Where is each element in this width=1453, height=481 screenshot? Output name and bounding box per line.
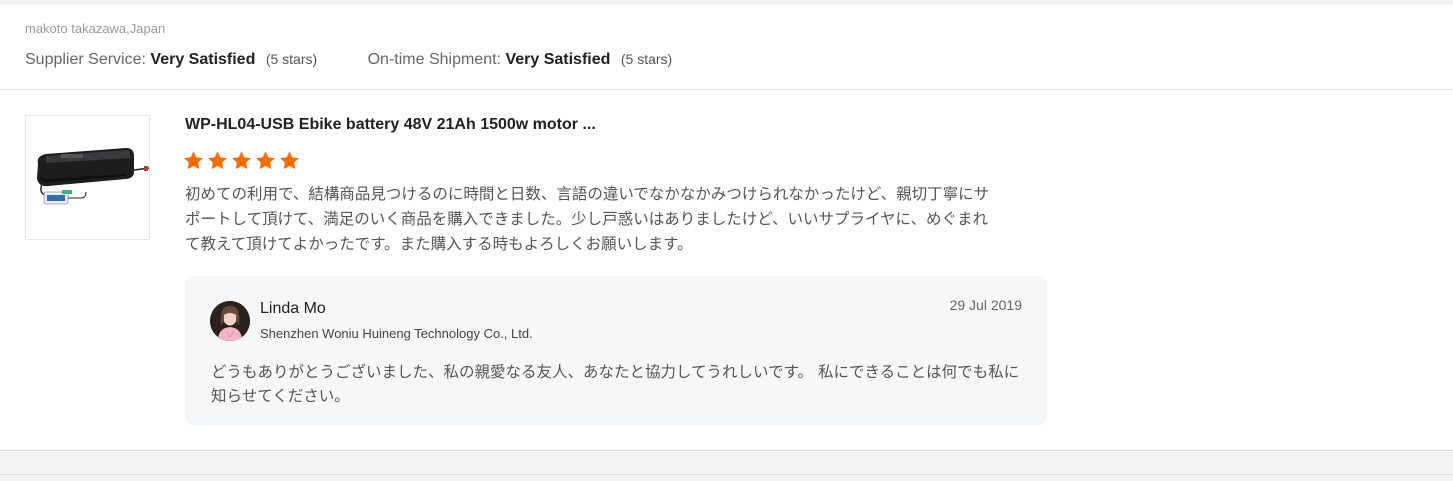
user-avatar-image	[210, 301, 250, 341]
avatar	[210, 301, 250, 341]
supplier-reply: Linda Mo Shenzhen Woniu Huineng Technolo…	[185, 276, 1047, 425]
ebike-battery-image	[26, 116, 151, 239]
review-comment: 初めての利用で、結構商品見つけるのに時間と日数、言語の違いでなかなかみつけられな…	[185, 185, 990, 253]
rating-value: Very Satisfied	[505, 51, 611, 68]
star-icon	[232, 151, 251, 170]
supplier-service-rating: Supplier Service: Very Satisfied (5 star…	[25, 51, 317, 69]
rating-value: Very Satisfied	[150, 51, 256, 68]
rating-stars-text: (5 stars)	[620, 51, 673, 67]
rating-label: Supplier Service:	[25, 51, 146, 68]
product-star-rating	[183, 150, 300, 171]
rating-label: On-time Shipment:	[367, 51, 501, 68]
star-icon	[256, 151, 275, 170]
star-icon	[184, 151, 203, 170]
rating-stars-text: (5 stars)	[265, 51, 318, 67]
review-card: makoto takazawa,Japan Supplier Service: …	[0, 5, 1453, 451]
bottom-divider	[0, 474, 1453, 475]
section-divider	[0, 89, 1453, 90]
product-thumbnail[interactable]	[25, 115, 151, 240]
reply-company-name: Shenzhen Woniu Huineng Technology Co., L…	[260, 326, 533, 341]
ratings-summary: Supplier Service: Very Satisfied (5 star…	[25, 51, 672, 69]
star-icon	[208, 151, 227, 170]
ontime-shipment-rating: On-time Shipment: Very Satisfied (5 star…	[368, 51, 673, 69]
reply-author-name: Linda Mo	[260, 300, 326, 317]
reply-date: 29 Jul 2019	[949, 297, 1022, 313]
product-title-link[interactable]: WP-HL04-USB Ebike battery 48V 21Ah 1500w…	[185, 116, 596, 134]
star-icon	[280, 151, 299, 170]
reviewer-name-country: makoto takazawa,Japan	[25, 21, 166, 36]
reply-message: どうもありがとうございました、私の親愛なる友人、あなたと協力してうれしいです。 …	[211, 363, 1020, 405]
